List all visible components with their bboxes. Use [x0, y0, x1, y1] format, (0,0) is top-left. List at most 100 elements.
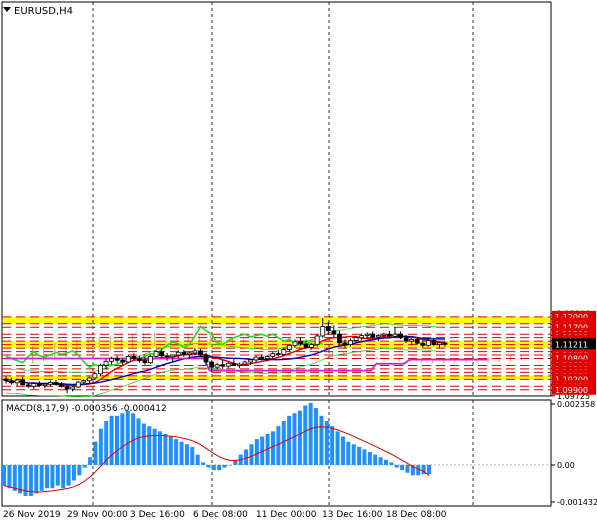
candle-body[interactable]	[231, 362, 237, 366]
candle-body[interactable]	[303, 343, 309, 348]
candle-body[interactable]	[81, 380, 87, 383]
candle-body[interactable]	[348, 340, 353, 346]
candle-body[interactable]	[353, 337, 359, 341]
candle-body[interactable]	[186, 352, 192, 355]
candle-body[interactable]	[48, 382, 53, 385]
candle-body[interactable]	[214, 364, 220, 368]
candle-body[interactable]	[192, 350, 198, 354]
macd-histogram-bar	[362, 449, 367, 465]
macd-histogram-bar	[190, 446, 195, 465]
candle-body[interactable]	[53, 382, 59, 385]
candle-body[interactable]	[64, 385, 70, 390]
candle-body[interactable]	[292, 341, 298, 346]
candle-body[interactable]	[70, 386, 76, 390]
candle-body[interactable]	[309, 344, 315, 348]
candle-body[interactable]	[109, 358, 114, 362]
time-axis-label: 11 Dec 00:00	[256, 510, 317, 520]
candle-body[interactable]	[25, 384, 31, 387]
candle-body[interactable]	[420, 342, 426, 346]
candle-body[interactable]	[114, 358, 120, 361]
price-panel[interactable]	[1, 1, 552, 398]
macd-histogram-bar	[227, 464, 232, 466]
macd-histogram-bar	[335, 431, 340, 465]
support-resistance-zone	[3, 316, 550, 324]
candle-body[interactable]	[153, 351, 159, 357]
chart-canvas[interactable]: 1.121001.119401.117851.116251.114651.113…	[0, 0, 597, 524]
macd-histogram-bar	[201, 462, 206, 465]
candle-body[interactable]	[175, 351, 181, 356]
candle-body[interactable]	[375, 335, 381, 338]
candle-body[interactable]	[142, 360, 148, 364]
candle-body[interactable]	[136, 358, 142, 361]
candle-body[interactable]	[131, 356, 137, 359]
candle-body[interactable]	[398, 333, 403, 339]
candle-body[interactable]	[164, 355, 170, 358]
candle-body[interactable]	[364, 333, 370, 336]
candle-body[interactable]	[75, 381, 81, 388]
candle-body[interactable]	[242, 361, 248, 365]
candle-body[interactable]	[287, 344, 292, 350]
candle-body[interactable]	[414, 339, 420, 344]
candle-body[interactable]	[14, 379, 20, 384]
candle-body[interactable]	[253, 356, 259, 361]
candle-body[interactable]	[381, 333, 387, 336]
candle-body[interactable]	[314, 335, 320, 346]
candle-body[interactable]	[20, 379, 26, 386]
candle-body[interactable]	[248, 359, 253, 363]
macd-histogram-bar	[405, 464, 410, 473]
candle-body[interactable]	[442, 342, 448, 345]
candle-body[interactable]	[320, 326, 326, 337]
candle-body[interactable]	[220, 364, 226, 367]
candle-body[interactable]	[125, 356, 131, 363]
candle-body[interactable]	[370, 333, 376, 338]
macd-histogram-bar	[292, 413, 297, 465]
candle-body[interactable]	[325, 326, 331, 332]
candle-body[interactable]	[331, 330, 337, 335]
candle-body[interactable]	[236, 363, 242, 366]
candle-body[interactable]	[86, 377, 92, 382]
candle-body[interactable]	[42, 383, 48, 386]
candle-body[interactable]	[264, 356, 270, 359]
candle-body[interactable]	[198, 350, 203, 356]
candle-body[interactable]	[425, 340, 431, 346]
candle-body[interactable]	[170, 354, 176, 358]
candle-body[interactable]	[337, 333, 342, 344]
candle-body[interactable]	[275, 353, 281, 356]
macd-tick-label: -0.001432	[557, 498, 597, 507]
macd-histogram-bar	[394, 464, 399, 468]
candle-body[interactable]	[359, 335, 365, 339]
candle-body[interactable]	[259, 356, 265, 359]
candle-body[interactable]	[342, 342, 348, 346]
candle-body[interactable]	[92, 373, 98, 379]
candle-body[interactable]	[36, 383, 42, 386]
macd-histogram-bar	[174, 439, 179, 465]
candle-body[interactable]	[9, 380, 14, 384]
candle-body[interactable]	[3, 378, 9, 382]
candle-body[interactable]	[298, 341, 303, 345]
macd-panel[interactable]	[1, 399, 552, 507]
candle-body[interactable]	[120, 359, 126, 363]
candle-body[interactable]	[209, 361, 215, 368]
candle-body[interactable]	[281, 349, 287, 355]
candle-body[interactable]	[31, 383, 37, 387]
macd-histogram-bar	[50, 464, 55, 489]
macd-tick-label: 0.002358	[557, 400, 595, 409]
candle-body[interactable]	[98, 365, 103, 375]
trading-chart-window[interactable]: 1.121001.119401.117851.116251.114651.113…	[0, 0, 597, 524]
candle-body[interactable]	[159, 351, 164, 357]
macd-histogram-bar	[120, 413, 125, 465]
candle-body[interactable]	[59, 384, 64, 387]
candle-body[interactable]	[403, 337, 409, 342]
candle-body[interactable]	[409, 339, 415, 342]
candle-body[interactable]	[181, 351, 187, 355]
candle-body[interactable]	[270, 353, 276, 357]
candle-body[interactable]	[203, 354, 209, 363]
candle-body[interactable]	[387, 333, 392, 337]
candle-body[interactable]	[392, 333, 398, 337]
candle-body[interactable]	[148, 356, 153, 364]
candle-body[interactable]	[103, 360, 109, 366]
candle-body[interactable]	[431, 340, 437, 346]
candle-body[interactable]	[225, 362, 231, 367]
current-price-label: 1.11211	[555, 340, 588, 349]
candle-body[interactable]	[437, 342, 442, 346]
